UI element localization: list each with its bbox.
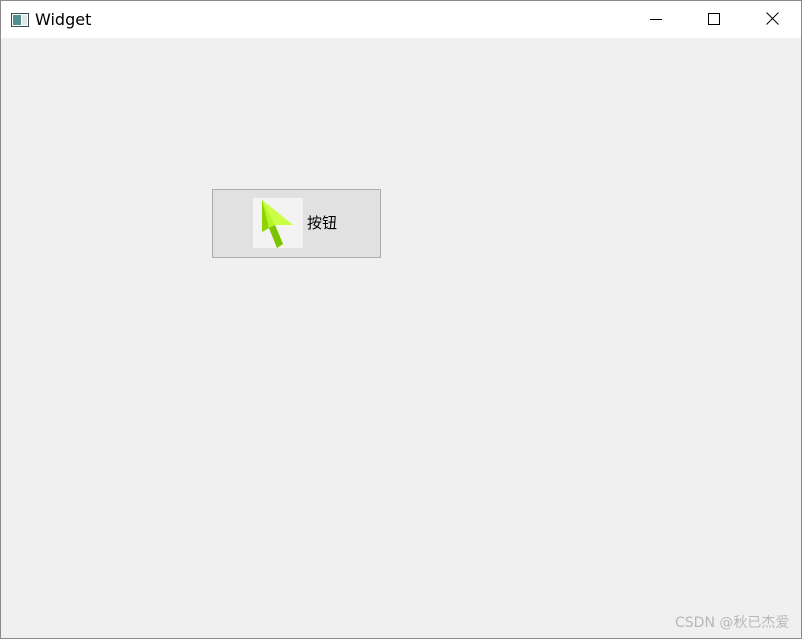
close-button[interactable] xyxy=(743,1,801,38)
button-label: 按钮 xyxy=(307,214,338,232)
title-bar[interactable]: Widget xyxy=(1,1,801,38)
minimize-icon xyxy=(650,10,662,29)
minimize-button[interactable] xyxy=(627,1,685,38)
watermark-text: CSDN @秋已杰爱 xyxy=(675,615,790,631)
icon-push-button[interactable]: 按钮 xyxy=(212,189,381,258)
maximize-icon xyxy=(708,10,720,29)
maximize-button[interactable] xyxy=(685,1,743,38)
app-window: Widget 按钮 CSDN @秋已杰爱 xyxy=(0,0,802,639)
close-icon xyxy=(765,10,779,29)
widget-client-area: 按钮 CSDN @秋已杰爱 xyxy=(1,38,801,638)
app-icon xyxy=(11,12,29,27)
window-title: Widget xyxy=(35,10,92,29)
cursor-arrow-icon xyxy=(253,198,303,248)
